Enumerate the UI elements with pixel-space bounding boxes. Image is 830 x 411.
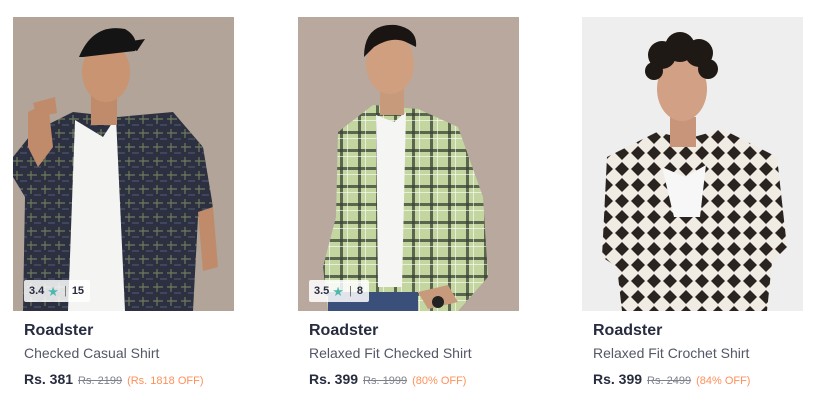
product-image[interactable]	[582, 17, 803, 311]
product-brand: Roadster	[593, 322, 663, 339]
product-mrp: Rs. 2499	[647, 375, 692, 387]
product-price: Rs. 399	[593, 371, 643, 387]
price-row: Rs. 399 Rs. 2499 (84% OFF)	[593, 371, 750, 387]
price-row: Rs. 381 Rs. 2199 (Rs. 1818 OFF)	[24, 371, 203, 387]
product-image[interactable]: 3.5 ★ | 8	[298, 17, 519, 311]
star-icon: ★	[332, 283, 344, 299]
rating-badge: 3.4 ★ | 15	[24, 280, 91, 302]
rating-badge: 3.5 ★ | 8	[309, 280, 369, 302]
star-icon: ★	[47, 283, 59, 299]
product-mrp: Rs. 1999	[363, 375, 408, 387]
product-title: Relaxed Fit Crochet Shirt	[593, 345, 750, 361]
product-image[interactable]: 3.4 ★ | 15	[13, 17, 234, 311]
product-brand: Roadster	[309, 322, 379, 339]
product-price: Rs. 399	[309, 371, 359, 387]
product-title: Relaxed Fit Checked Shirt	[309, 345, 472, 361]
product-discount: (80% OFF)	[412, 375, 467, 387]
product-mrp: Rs. 2199	[78, 375, 123, 387]
product-discount: (84% OFF)	[696, 375, 751, 387]
product-brand: Roadster	[24, 322, 94, 339]
product-grid: 3.4 ★ | 15 Roadster Checked Casual Shirt…	[0, 0, 830, 411]
product-card[interactable]: Roadster Relaxed Fit Crochet Shirt Rs. 3…	[582, 17, 803, 397]
price-row: Rs. 399 Rs. 1999 (80% OFF)	[309, 371, 466, 387]
product-discount: (Rs. 1818 OFF)	[127, 375, 204, 387]
product-card[interactable]: 3.5 ★ | 8 Roadster Relaxed Fit Checked S…	[298, 17, 519, 397]
rating-value: 3.5	[314, 285, 330, 297]
rating-separator: |	[63, 285, 67, 297]
rating-count: 15	[71, 285, 85, 297]
rating-value: 3.4	[29, 285, 45, 297]
product-card[interactable]: 3.4 ★ | 15 Roadster Checked Casual Shirt…	[13, 17, 234, 397]
product-title: Checked Casual Shirt	[24, 345, 160, 361]
rating-separator: |	[348, 285, 352, 297]
product-price: Rs. 381	[24, 371, 74, 387]
rating-count: 8	[356, 285, 363, 297]
